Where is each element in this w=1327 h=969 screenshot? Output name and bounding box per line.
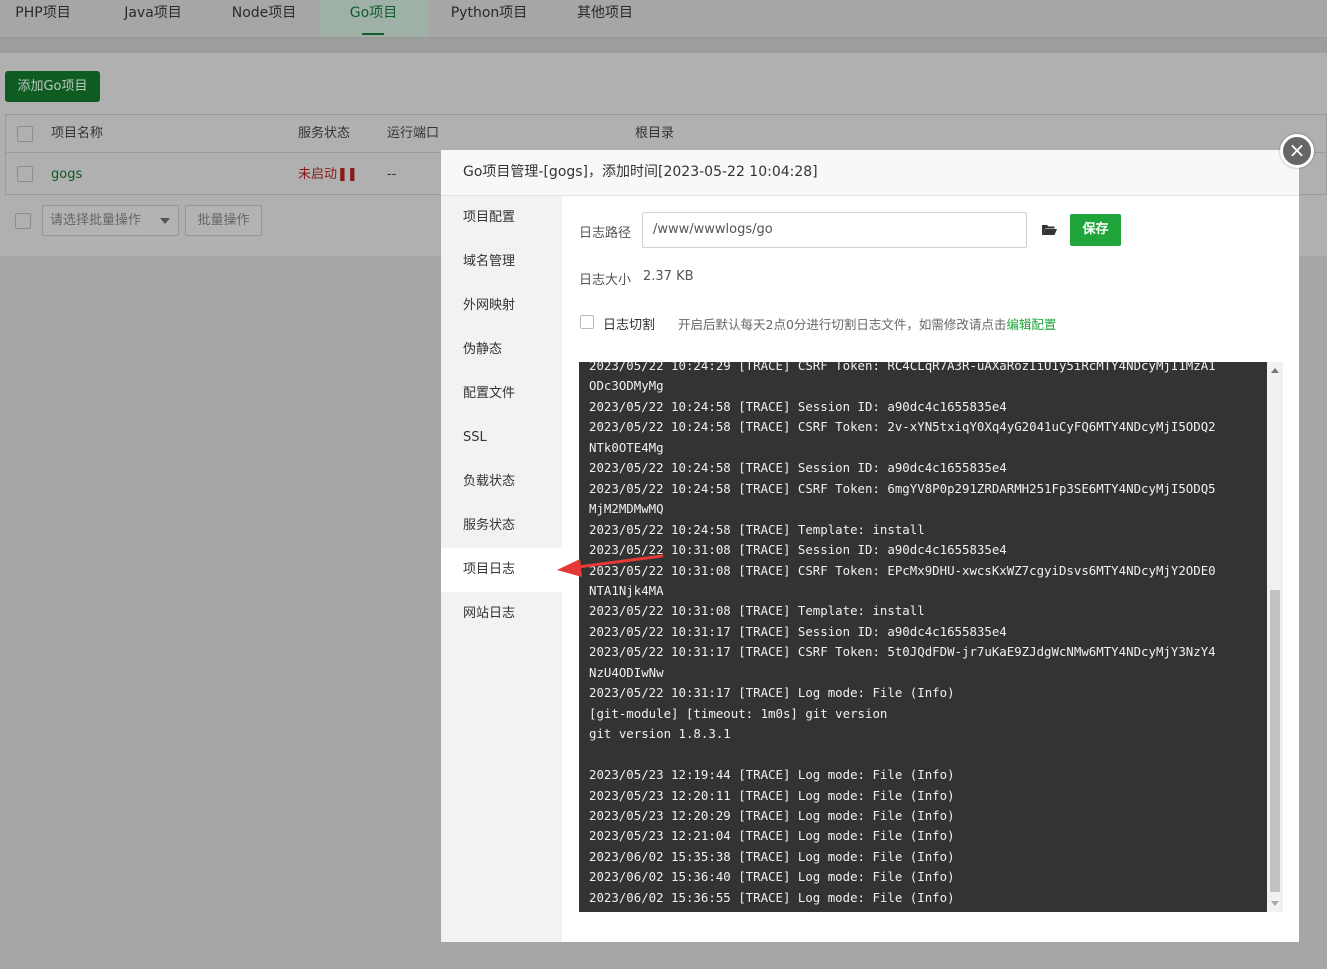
tab-java[interactable]: Java项目 <box>106 0 200 37</box>
sidebar-item-project-config[interactable]: 项目配置 <box>441 196 562 240</box>
batch-action-select[interactable]: 请选择批量操作 <box>42 205 179 236</box>
dialog-sidebar: 项目配置 域名管理 外网映射 伪静态 配置文件 SSL 负载状态 服务状态 项目… <box>441 196 562 942</box>
batch-action-button[interactable]: 批量操作 <box>185 205 262 236</box>
sidebar-item-site-log[interactable]: 网站日志 <box>441 592 562 636</box>
batch-checkbox[interactable] <box>15 213 31 229</box>
edit-config-link[interactable]: 编辑配置 <box>1006 317 1056 332</box>
header-service-status: 服务状态 <box>298 126 351 141</box>
sidebar-item-project-log[interactable]: 项目日志 <box>441 548 562 592</box>
scroll-up-icon[interactable] <box>1271 368 1279 373</box>
log-split-label: 日志切割 <box>603 318 656 333</box>
tabs-divider <box>0 38 1327 53</box>
log-path-label: 日志路径 <box>579 226 632 241</box>
project-type-tabs: PHP项目 Java项目 Node项目 Go项目 Python项目 其他项目 <box>0 0 1327 38</box>
select-all-checkbox[interactable] <box>17 126 33 142</box>
active-tab-underline <box>362 33 384 35</box>
header-port: 运行端口 <box>387 126 440 141</box>
sidebar-item-ssl[interactable]: SSL <box>441 416 562 460</box>
log-path-input[interactable]: /www/wwwlogs/go <box>642 212 1027 248</box>
header-project-name: 项目名称 <box>51 126 104 141</box>
tab-php[interactable]: PHP项目 <box>0 0 86 37</box>
add-go-project-button[interactable]: 添加Go项目 <box>5 71 100 102</box>
status-badge[interactable]: 未启动❚❚ <box>298 154 358 195</box>
sidebar-item-config-file[interactable]: 配置文件 <box>441 372 562 416</box>
tab-node[interactable]: Node项目 <box>216 0 312 37</box>
sidebar-item-external-mapping[interactable]: 外网映射 <box>441 284 562 328</box>
tab-python[interactable]: Python项目 <box>436 0 542 37</box>
go-project-dialog: Go项目管理-[gogs]，添加时间[2023-05-22 10:04:28] … <box>441 150 1299 942</box>
sidebar-item-service-status[interactable]: 服务状态 <box>441 504 562 548</box>
port-value: -- <box>387 167 397 182</box>
stopped-icon: ❚❚ <box>337 167 358 182</box>
sidebar-item-rewrite[interactable]: 伪静态 <box>441 328 562 372</box>
log-split-hint: 开启后默认每天2点0分进行切割日志文件，如需修改请点击编辑配置 <box>678 314 1056 333</box>
log-size-label: 日志大小 <box>579 273 632 288</box>
log-viewer[interactable]: 2023/05/22 10:24:29 [TRACE] CSRF Token: … <box>579 362 1267 912</box>
dialog-content: 日志路径 /www/wwwlogs/go 保存 日志大小 2.37 KB 日志切… <box>562 196 1299 942</box>
scroll-down-icon[interactable] <box>1271 901 1279 906</box>
chevron-down-icon <box>160 218 170 224</box>
scroll-thumb[interactable] <box>1270 590 1280 892</box>
close-dialog-button[interactable]: × <box>1280 134 1314 168</box>
log-split-hint-text: 开启后默认每天2点0分进行切割日志文件，如需修改请点击 <box>678 317 1007 332</box>
row-checkbox[interactable] <box>17 166 33 182</box>
batch-select-placeholder: 请选择批量操作 <box>50 213 142 228</box>
project-name-link[interactable]: gogs <box>51 154 82 195</box>
folder-open-icon[interactable] <box>1042 224 1057 235</box>
tab-other[interactable]: 其他项目 <box>560 0 650 37</box>
log-size-value: 2.37 KB <box>643 269 694 284</box>
tab-go-label: Go项目 <box>349 5 398 21</box>
tab-go[interactable]: Go项目 <box>319 0 428 37</box>
header-root-dir: 根目录 <box>635 126 675 141</box>
sidebar-item-domain[interactable]: 域名管理 <box>441 240 562 284</box>
save-button[interactable]: 保存 <box>1070 214 1121 246</box>
table-header: 项目名称 服务状态 运行端口 根目录 <box>6 115 1326 153</box>
sidebar-item-load-status[interactable]: 负载状态 <box>441 460 562 504</box>
log-text: 2023/05/22 10:24:29 [TRACE] CSRF Token: … <box>589 362 1216 905</box>
status-text: 未启动 <box>298 167 338 182</box>
log-scrollbar[interactable] <box>1267 362 1283 912</box>
dialog-title: Go项目管理-[gogs]，添加时间[2023-05-22 10:04:28] <box>441 150 1299 196</box>
log-split-checkbox[interactable] <box>580 315 594 329</box>
